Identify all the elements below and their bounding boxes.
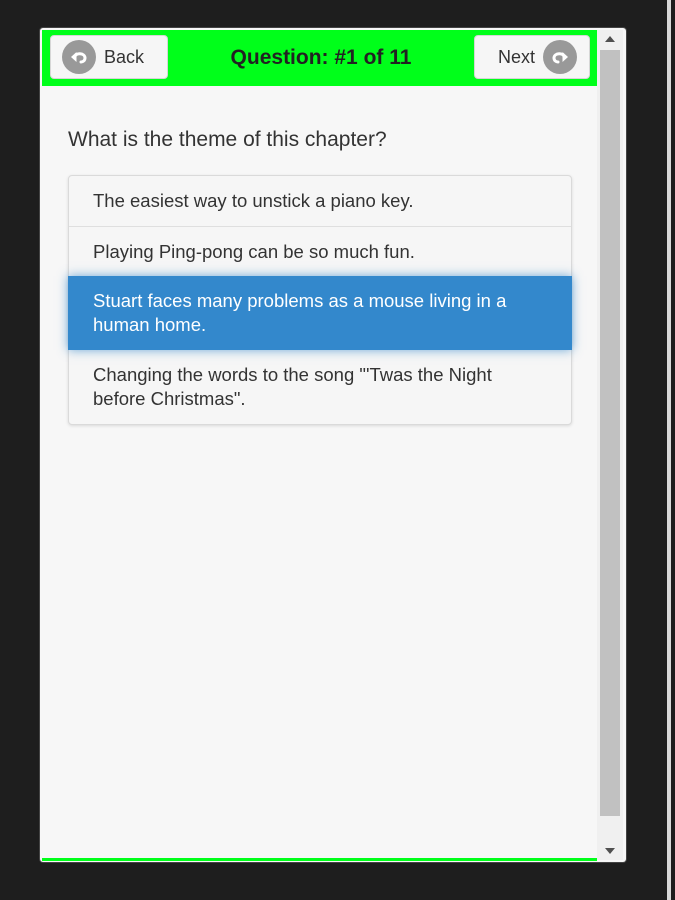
- question-counter: Question: #1 of 11: [230, 46, 412, 69]
- answer-list: The easiest way to unstick a piano key. …: [68, 175, 572, 425]
- answer-option-4[interactable]: Changing the words to the song "'Twas th…: [69, 350, 571, 424]
- answer-option-label: Playing Ping-pong can be so much fun.: [93, 240, 415, 262]
- answer-option-label: Changing the words to the song "'Twas th…: [93, 364, 492, 409]
- redo-arrow-icon: [543, 40, 578, 74]
- question-text: What is the theme of this chapter?: [68, 128, 387, 151]
- vertical-scrollbar[interactable]: [597, 30, 623, 860]
- answer-option-label: Stuart faces many problems as a mouse li…: [93, 290, 507, 335]
- answer-option-1[interactable]: The easiest way to unstick a piano key.: [69, 176, 571, 226]
- background-edge: [667, 0, 671, 900]
- next-label: Next: [498, 46, 536, 67]
- app-window: Back Question: #1 of 11 Next What is the…: [40, 28, 626, 862]
- answer-option-label: The easiest way to unstick a piano key.: [93, 190, 414, 211]
- header-bar: Back Question: #1 of 11 Next: [42, 30, 597, 86]
- chevron-down-icon[interactable]: [597, 842, 623, 860]
- answer-option-3-selected[interactable]: Stuart faces many problems as a mouse li…: [68, 276, 572, 350]
- footer-accent-line: [42, 858, 597, 861]
- back-label: Back: [104, 46, 145, 67]
- answer-option-2[interactable]: Playing Ping-pong can be so much fun.: [69, 226, 571, 276]
- back-button[interactable]: Back: [50, 35, 168, 79]
- undo-arrow-icon: [62, 40, 96, 74]
- chevron-up-icon[interactable]: [597, 30, 623, 48]
- scrollbar-thumb[interactable]: [600, 50, 620, 816]
- next-button[interactable]: Next: [474, 35, 590, 79]
